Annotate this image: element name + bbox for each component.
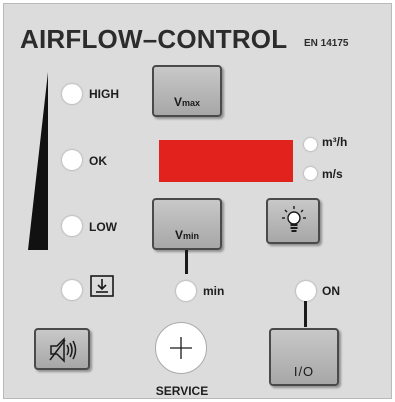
control-panel: AIRFLOW–CONTROL EN 14175 HIGH OK LOW Vma… <box>3 3 392 399</box>
on-indicator-led <box>296 281 316 301</box>
high-indicator-led <box>62 84 82 104</box>
sash-down-icon <box>88 274 116 305</box>
airflow-level-wedge-icon <box>28 72 48 250</box>
ok-indicator-led <box>62 150 82 170</box>
vmin-button[interactable]: Vmin <box>152 198 222 250</box>
unit-flow-led <box>304 138 317 151</box>
panel-title: AIRFLOW–CONTROL <box>20 24 288 54</box>
airflow-display <box>159 140 293 182</box>
min-indicator-led <box>176 281 196 301</box>
high-label: HIGH <box>89 87 119 101</box>
vmin-label: V <box>174 228 183 242</box>
unit-velocity-label: m/s <box>322 167 343 181</box>
unit-velocity-led <box>304 167 317 180</box>
low-label: LOW <box>89 220 117 234</box>
vmax-subscript: max <box>182 98 201 108</box>
vmax-button[interactable]: Vmax <box>152 65 222 117</box>
on-connector-line <box>304 301 307 327</box>
light-button[interactable] <box>266 198 320 244</box>
vmin-subscript: min <box>183 231 200 241</box>
ok-label: OK <box>89 154 107 168</box>
standard-label: EN 14175 <box>304 38 349 49</box>
vmax-label: V <box>173 95 182 109</box>
service-label: SERVICE <box>155 384 209 398</box>
min-label: min <box>203 284 225 298</box>
vmin-connector-line <box>185 250 188 274</box>
plus-icon <box>169 336 193 365</box>
io-label: I/O <box>293 364 315 379</box>
mute-button[interactable] <box>34 328 90 370</box>
low-indicator-led <box>62 216 82 236</box>
on-label: ON <box>322 284 340 298</box>
speaker-mute-icon <box>48 336 78 369</box>
unit-flow-label: m³/h <box>322 135 348 149</box>
light-bulb-icon <box>281 205 307 242</box>
power-io-button[interactable]: I/O <box>269 328 339 386</box>
sash-indicator-led <box>62 280 82 300</box>
service-button[interactable] <box>155 322 207 374</box>
